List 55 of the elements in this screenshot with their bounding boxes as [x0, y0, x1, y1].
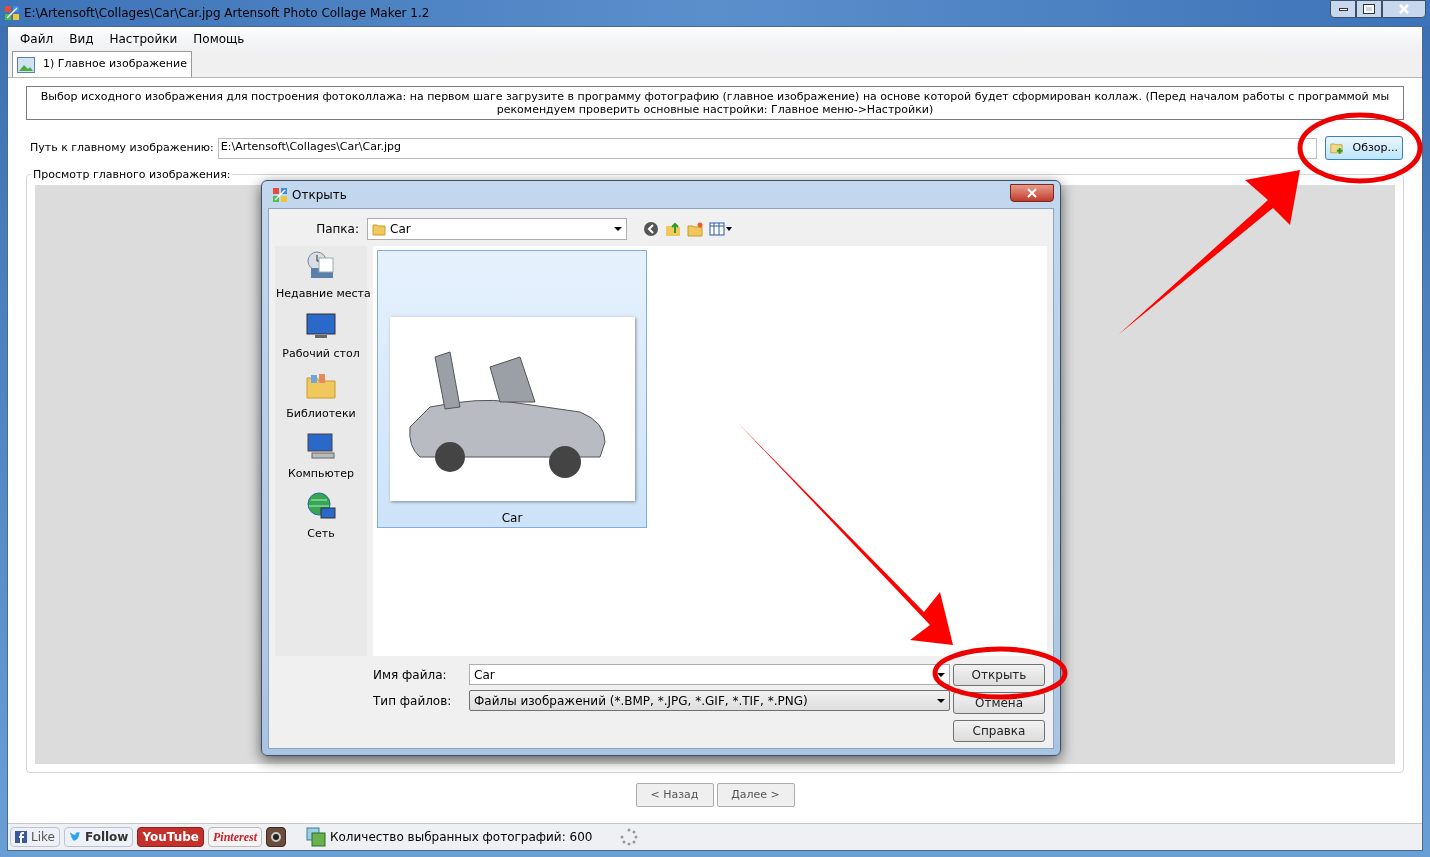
facebook-like-button[interactable]: Like [10, 827, 60, 847]
dialog-button[interactable]: Открыть [953, 664, 1045, 686]
loading-spinner-icon [620, 828, 639, 846]
menu-item[interactable]: Файл [14, 30, 60, 48]
place-item[interactable]: Библиотеки [276, 406, 366, 421]
add-folder-icon [1330, 140, 1345, 156]
folder-label: Папка: [315, 221, 360, 238]
maximize-icon [1364, 5, 1374, 13]
close-button[interactable] [1382, 0, 1426, 18]
folder-up-icon[interactable] [665, 221, 681, 237]
place-item[interactable]: Рабочий стол [276, 346, 366, 361]
facebook-icon [15, 831, 27, 843]
app-logo-icon [4, 5, 20, 21]
place-item[interactable]: Компьютер [276, 466, 366, 481]
filename-input-field[interactable]: Car [469, 664, 950, 685]
folder-dropdown[interactable]: Car [367, 218, 627, 240]
place-item[interactable]: Сеть [276, 526, 366, 541]
computer-icon [305, 430, 337, 462]
file-thumbnail-item[interactable]: Car [377, 250, 647, 528]
filename-label: Имя файла: [373, 666, 448, 684]
menu-item[interactable]: Вид [63, 30, 100, 48]
new-folder-icon[interactable] [687, 221, 703, 237]
minimize-button[interactable] [1330, 0, 1356, 18]
menu-item[interactable]: Помощь [187, 30, 251, 48]
filetype-label: Тип файлов: [373, 692, 453, 710]
menu-item[interactable]: Настройки [103, 30, 184, 48]
browse-button[interactable]: Обзор... [1325, 136, 1403, 160]
folder-icon [372, 222, 386, 236]
app-logo-icon [272, 186, 288, 203]
close-button[interactable] [1010, 183, 1054, 202]
camera-icon[interactable] [265, 827, 286, 847]
image-icon [17, 56, 35, 73]
window-title: E:\Artensoft\Collages\Car\Car.jpg Artensoft Photo Collage Maker 1.2 [24, 5, 430, 22]
file-name-label: Car [501, 510, 523, 527]
bird-icon [68, 831, 81, 843]
close-icon [1399, 4, 1409, 14]
youtube-button[interactable]: YouTube [137, 827, 204, 847]
pinterest-button[interactable]: Pinterest [207, 827, 262, 847]
nav-button[interactable]: < Назад [635, 783, 714, 807]
dialog-button[interactable]: Справка [953, 720, 1045, 742]
tab[interactable]: 1) Главное изображение [12, 51, 192, 77]
minimize-icon [1338, 7, 1348, 11]
photos-icon [305, 827, 326, 847]
globe-icon [305, 490, 337, 522]
nav-button[interactable]: Далее > [716, 783, 795, 807]
photo-count-text: Количество выбранных фотографий: 600 [329, 829, 593, 846]
view-menu-icon[interactable] [709, 221, 733, 237]
maximize-button[interactable] [1356, 0, 1382, 18]
description-text: Выбор исходного изображения для построения фотоколлажа: на первом шаге загрузите в программу фотографию (главное изображение) на основе которой будет сформирован коллаж. (Перед началом работы с программой мы рекомендуем проверить основные настройки: Главное меню->Настройки) [26, 86, 1404, 120]
close-icon [1027, 187, 1037, 198]
twitter-follow-button[interactable]: Follow [63, 827, 134, 847]
path-input-field[interactable]: E:\Artensoft\Collages\Car\Car.jpg [217, 137, 1317, 159]
filetype-dropdown[interactable]: Файлы изображений (*.BMP, *.JPG, *.GIF, *.TIF, *.PNG) [469, 690, 950, 711]
dialog-title: Открыть [292, 186, 347, 204]
path-label: Путь к главному изображению: [29, 139, 215, 156]
